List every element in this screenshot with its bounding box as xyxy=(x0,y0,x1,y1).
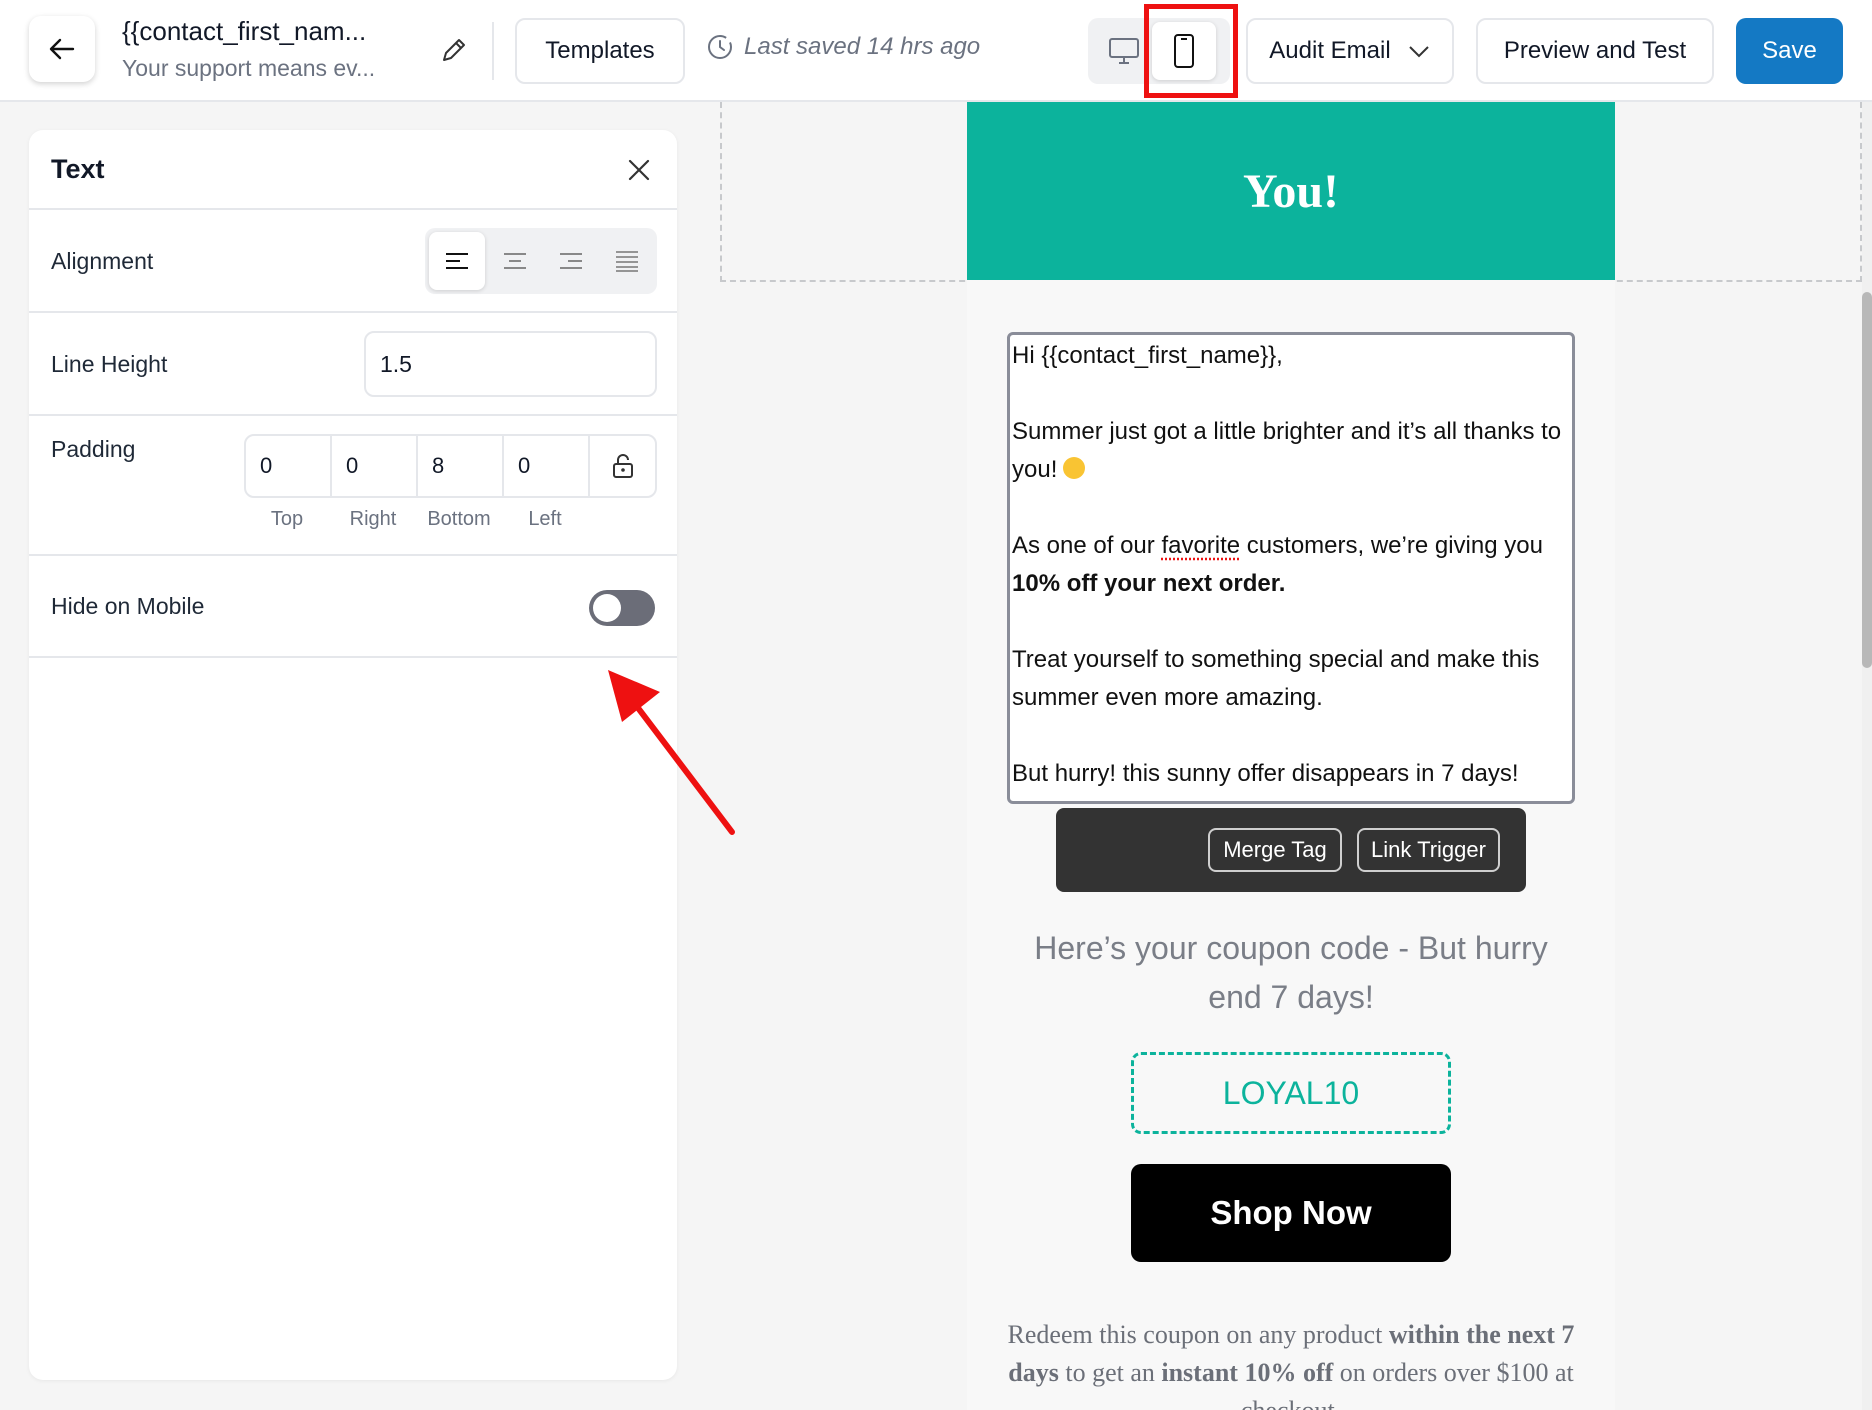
preview-and-test-button[interactable]: Preview and Test xyxy=(1476,18,1714,84)
last-saved-status: Last saved 14 hrs ago xyxy=(706,33,980,61)
panel-title: Text xyxy=(51,154,105,184)
unlock-icon xyxy=(612,454,633,478)
hero-text: You! xyxy=(1242,164,1340,218)
padding-bottom-input[interactable]: 8 xyxy=(418,436,504,496)
padding-left-input[interactable]: 0 xyxy=(504,436,590,496)
last-saved-text: Last saved 14 hrs ago xyxy=(744,33,981,60)
padding-row: Padding 0 0 8 0 Top Right Bottom Left xyxy=(29,416,677,556)
alignment-row: Alignment xyxy=(29,210,677,313)
audit-email-dropdown[interactable]: Audit Email xyxy=(1246,18,1454,84)
hide-on-mobile-label: Hide on Mobile xyxy=(51,593,205,619)
padding-top-input[interactable]: 0 xyxy=(246,436,332,496)
clock-icon xyxy=(708,35,732,59)
align-justify-icon xyxy=(616,251,638,272)
divider xyxy=(492,22,494,80)
paragraph-1-text: Summer just got a little brighter and it… xyxy=(1012,418,1562,483)
alignment-label: Alignment xyxy=(51,248,154,274)
email-subtitle: Your support means ev... xyxy=(122,55,376,81)
hero-banner[interactable]: You! xyxy=(967,102,1615,280)
audit-email-label: Audit Email xyxy=(1269,37,1391,64)
paragraph-2-pre: As one of our xyxy=(1012,532,1162,559)
email-title: {{contact_first_nam... xyxy=(122,16,367,46)
pencil-icon[interactable] xyxy=(436,32,472,68)
desktop-icon xyxy=(1109,38,1139,64)
redeem-text[interactable]: Redeem this coupon on any product within… xyxy=(987,1316,1595,1410)
smile-emoji-icon xyxy=(1063,457,1086,479)
toggle-knob xyxy=(593,594,621,622)
align-center-button[interactable] xyxy=(487,232,543,290)
line-height-row: Line Height 1.5 xyxy=(29,313,677,416)
hide-on-mobile-row: Hide on Mobile xyxy=(29,556,677,658)
padding-label: Padding xyxy=(51,436,136,462)
merge-tag-button[interactable]: Merge Tag xyxy=(1208,828,1342,872)
align-justify-button[interactable] xyxy=(599,232,655,290)
redeem-bold: instant 10% off xyxy=(1161,1358,1334,1387)
paragraph-4: But hurry! this sunny offer disappears i… xyxy=(1012,760,1519,787)
greeting-text: Hi {{contact_first_name}}, xyxy=(1012,342,1283,369)
paragraph-2-bold: 10% off your next order. xyxy=(1012,570,1286,597)
coupon-heading[interactable]: Here’s your coupon code - But hurry end … xyxy=(1007,924,1575,1022)
panel-header: Text xyxy=(29,130,677,210)
mobile-view-button[interactable] xyxy=(1152,22,1216,80)
align-left-icon xyxy=(446,253,468,269)
padding-inputs: 0 0 8 0 xyxy=(244,434,657,498)
back-button[interactable] xyxy=(29,16,95,82)
scrollbar-thumb[interactable] xyxy=(1862,292,1872,668)
text-toolbar: Merge Tag Link Trigger xyxy=(1056,808,1526,892)
templates-button[interactable]: Templates xyxy=(515,18,685,84)
align-right-icon xyxy=(560,253,582,269)
top-bar: {{contact_first_nam... Your support mean… xyxy=(0,0,1872,102)
align-right-button[interactable] xyxy=(543,232,599,290)
hide-on-mobile-toggle[interactable] xyxy=(589,590,655,626)
shop-now-button[interactable]: Shop Now xyxy=(1131,1164,1451,1262)
padding-left-label: Left xyxy=(528,508,562,530)
coupon-code[interactable]: LOYAL10 xyxy=(1131,1052,1451,1134)
redeem-part: to get an xyxy=(1058,1358,1162,1387)
chevron-down-icon xyxy=(1408,46,1429,58)
line-height-input[interactable]: 1.5 xyxy=(364,331,657,397)
save-button[interactable]: Save xyxy=(1736,18,1843,84)
mobile-icon xyxy=(1174,34,1194,68)
padding-labels: Top Right Bottom Left xyxy=(244,508,588,531)
paragraph-2: As one of our favorite customers, we’re … xyxy=(1012,527,1572,603)
padding-right-input[interactable]: 0 xyxy=(332,436,418,496)
redeem-part: Redeem this coupon on any product xyxy=(1007,1320,1389,1349)
email-title-block: {{contact_first_nam... Your support mean… xyxy=(122,16,422,82)
padding-top-label: Top xyxy=(270,508,304,530)
padding-lock-button[interactable] xyxy=(590,436,655,496)
text-settings-panel: Text Alignment Line Height 1.5 Padding 0… xyxy=(29,130,677,1380)
alignment-group xyxy=(425,228,657,294)
close-icon[interactable] xyxy=(623,154,655,186)
text-block-selected[interactable]: Hi {{contact_first_name}}, Summer just g… xyxy=(1007,332,1575,804)
device-toggle xyxy=(1088,18,1230,84)
line-height-label: Line Height xyxy=(51,351,168,377)
align-center-icon xyxy=(504,253,526,269)
padding-bottom-label: Bottom xyxy=(427,508,491,530)
arrow-left-icon xyxy=(49,38,75,60)
paragraph-3: Treat yourself to something special and … xyxy=(1012,646,1540,711)
paragraph-1: Summer just got a little brighter and it… xyxy=(1012,413,1572,489)
align-left-button[interactable] xyxy=(429,232,485,290)
link-trigger-button[interactable]: Link Trigger xyxy=(1357,828,1500,872)
padding-right-label: Right xyxy=(349,508,397,530)
email-preview: You! Hi {{contact_first_name}}, Summer j… xyxy=(967,102,1615,1410)
spellcheck-word: favorite xyxy=(1161,532,1241,559)
desktop-view-button[interactable] xyxy=(1092,22,1156,80)
paragraph-2-mid: customers, we’re giving you xyxy=(1240,532,1543,559)
